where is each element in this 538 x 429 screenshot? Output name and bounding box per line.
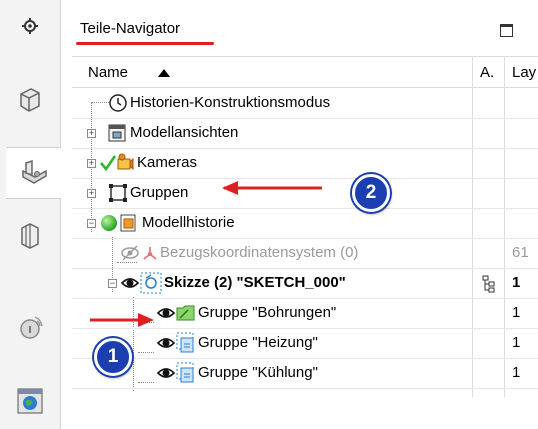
visible-eye-icon[interactable]: [156, 304, 176, 322]
folder-group-icon: [176, 305, 195, 321]
coordinate-system-icon: [143, 247, 157, 260]
row-label: Skizze (2) "SKETCH_000": [164, 274, 346, 291]
resource-bar: [0, 0, 61, 429]
annotation-badge-2: 2: [352, 174, 390, 212]
collapse-minus-icon[interactable]: −: [108, 279, 117, 288]
layer-value: 1: [512, 304, 521, 321]
collapse-minus-icon[interactable]: −: [87, 219, 96, 228]
layer-value: 1: [512, 364, 521, 381]
navigator-tree-table: Name A. Lay Historien-Konstruktionsmodus…: [72, 56, 538, 397]
title-red-underline-annotation: [76, 42, 214, 45]
tree-row-history-mode[interactable]: Historien-Konstruktionsmodus: [72, 88, 538, 119]
red-arrow-annotation: [90, 313, 154, 327]
row-label: Gruppe "Kühlung": [198, 364, 318, 381]
assembly-constraint-icon: [482, 275, 495, 293]
maximize-icon[interactable]: [500, 24, 513, 37]
tree-row-group-heizung[interactable]: Gruppe "Heizung" 1: [72, 328, 538, 359]
column-header-name[interactable]: Name: [88, 64, 128, 81]
visible-eye-icon[interactable]: [156, 364, 176, 382]
row-label: Modellansichten: [130, 124, 239, 141]
row-label: Modellhistorie: [142, 214, 235, 231]
row-label: Gruppe "Bohrungen": [198, 304, 337, 321]
camera-icon: [117, 153, 134, 171]
column-header-layer[interactable]: Lay: [512, 64, 536, 81]
annotation-badge-1: 1: [94, 338, 132, 376]
column-header-attribute[interactable]: A.: [480, 64, 494, 81]
tree-row-group-kuehlung[interactable]: Gruppe "Kühlung" 1: [72, 358, 538, 389]
expand-plus-icon[interactable]: +: [87, 159, 96, 168]
visible-eye-icon[interactable]: [156, 334, 176, 352]
clock-icon: [109, 94, 127, 112]
tree-row-model-history[interactable]: − Modellhistorie: [72, 208, 538, 239]
tree-row-cameras[interactable]: + Kameras: [72, 148, 538, 179]
red-arrow-annotation: [222, 181, 322, 195]
green-status-ball-icon: [101, 215, 117, 231]
part-navigator-panel: Teile-Navigator Name A. Lay Historien-Ko…: [62, 0, 538, 429]
tree-row-datum-csys[interactable]: Bezugskoordinatensystem (0) 61: [72, 238, 538, 269]
expand-plus-icon[interactable]: +: [87, 189, 96, 198]
tree-row-sketch[interactable]: − Skizze (2) "SKETCH_000" 1: [72, 268, 538, 299]
checkmark-icon: [100, 155, 117, 172]
web-browser-icon[interactable]: [0, 302, 60, 352]
table-header: Name A. Lay: [72, 57, 538, 88]
panel-title: Teile-Navigator: [80, 20, 181, 37]
sketch-group-icon: [176, 332, 194, 353]
layer-value: 1: [512, 274, 521, 291]
tree-row-model-views[interactable]: + Modellansichten: [72, 118, 538, 149]
reuse-library-icon[interactable]: [0, 210, 60, 260]
settings-gear-icon[interactable]: [0, 8, 60, 44]
row-label: Gruppe "Heizung": [198, 334, 318, 351]
roles-globe-icon[interactable]: [0, 378, 60, 424]
visible-eye-icon[interactable]: [120, 274, 140, 292]
expand-plus-icon[interactable]: +: [87, 129, 96, 138]
assembly-navigator-icon[interactable]: [0, 74, 60, 124]
sketch-group-icon: [176, 362, 194, 383]
row-label: Historien-Konstruktionsmodus: [130, 94, 331, 111]
row-label: Bezugskoordinatensystem (0): [160, 244, 359, 261]
row-label: Kameras: [137, 154, 198, 171]
sketch-icon: [140, 272, 162, 294]
part-navigator-icon[interactable]: [6, 147, 61, 199]
model-history-icon: [120, 214, 136, 232]
layer-value: 61: [512, 244, 529, 261]
row-label: Gruppen: [130, 184, 189, 201]
group-icon: [109, 184, 127, 202]
model-views-icon: [108, 124, 126, 142]
sort-ascending-icon: [158, 69, 170, 77]
layer-value: 1: [512, 334, 521, 351]
hidden-eye-icon[interactable]: [120, 244, 140, 262]
